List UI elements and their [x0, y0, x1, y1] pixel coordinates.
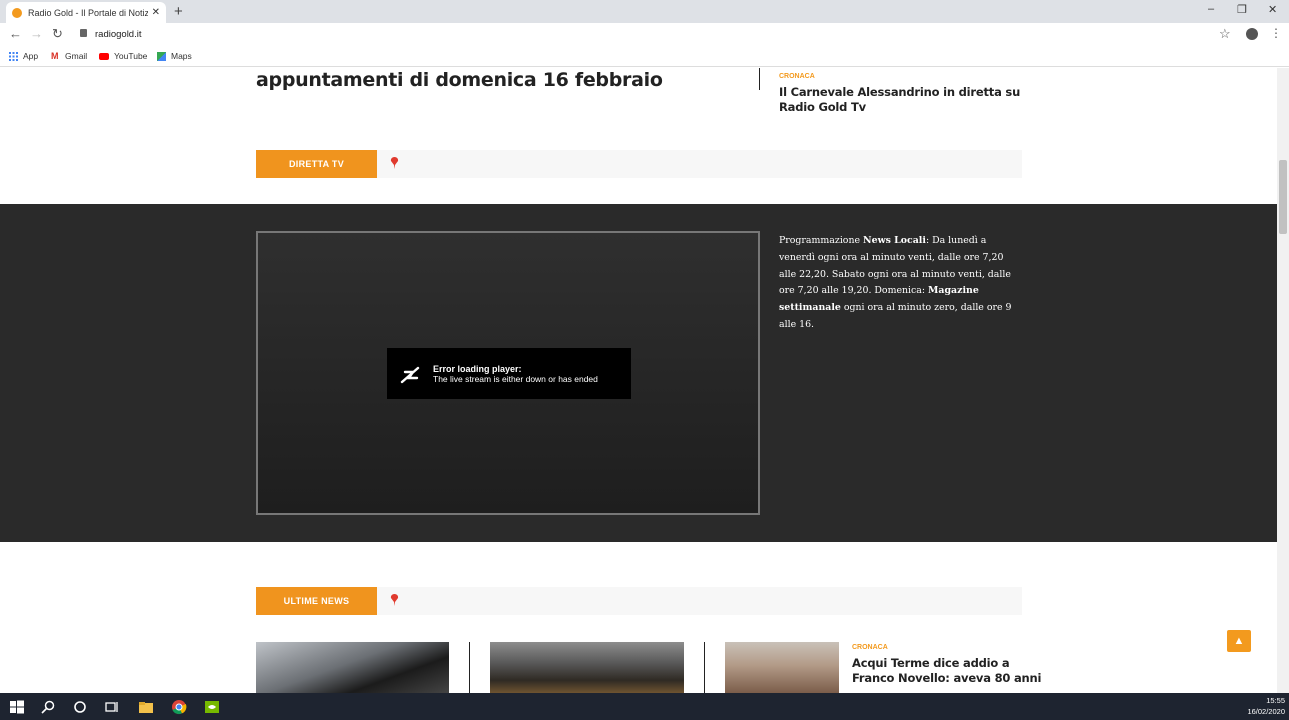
maps-icon — [157, 51, 166, 61]
bookmark-label: YouTube — [114, 51, 148, 61]
address-bar[interactable]: radiogold.it — [95, 29, 141, 40]
diretta-tv-section-header: DIRETTA TV — [256, 150, 1022, 178]
bookmarks-bar — [0, 45, 1289, 67]
browser-tab[interactable]: Radio Gold - Il Portale di Notizie ✕ — [6, 2, 166, 23]
news-divider — [469, 642, 470, 693]
account-icon[interactable] — [1246, 28, 1258, 40]
taskbar-clock[interactable]: 15:55 16/02/2020 — [1247, 695, 1285, 717]
apps-grid-icon — [9, 51, 18, 61]
clock-date: 16/02/2020 — [1247, 707, 1285, 716]
lock-icon — [80, 29, 87, 37]
nvidia-icon[interactable] — [204, 699, 220, 715]
forward-icon[interactable]: → — [30, 26, 43, 41]
scrollbar-thumb[interactable] — [1279, 160, 1287, 234]
schedule-bold: News Locali — [863, 235, 926, 246]
news-thumbnail-carabinieri[interactable] — [256, 642, 449, 693]
windows-start-icon[interactable] — [9, 699, 25, 715]
broken-stream-icon — [400, 366, 420, 383]
scroll-to-top-button[interactable]: ▲ — [1227, 630, 1251, 652]
browser-menu-icon[interactable]: ⋮ — [1270, 26, 1282, 40]
bookmark-label: App — [23, 51, 39, 61]
top-article-title[interactable]: appuntamenti di domenica 16 febbraio — [256, 69, 663, 91]
windows-taskbar — [0, 693, 1289, 720]
bookmark-label: Maps — [171, 51, 192, 61]
clock-time: 15:55 — [1266, 696, 1285, 705]
live-tv-section: Error loading player: The live stream is… — [0, 204, 1277, 542]
news-card-category[interactable]: CRONACA — [852, 644, 888, 651]
side-article-title-line: Radio Gold Tv — [779, 100, 866, 114]
bookmark-maps[interactable]: Maps — [157, 51, 192, 61]
tab-title: Radio Gold - Il Portale di Notizie — [28, 7, 148, 18]
reload-icon[interactable]: ↻ — [52, 26, 63, 42]
video-player[interactable]: Error loading player: The live stream is… — [256, 231, 760, 515]
error-message: The live stream is either down or has en… — [433, 373, 598, 384]
bookmark-star-icon[interactable]: ☆ — [1219, 26, 1231, 42]
schedule-description: Programmazione News Locali: Da lunedì a … — [779, 233, 1023, 334]
new-tab-button[interactable]: + — [174, 3, 183, 20]
radio-gold-favicon-icon — [12, 7, 22, 18]
news-thumbnail-animal[interactable] — [490, 642, 684, 693]
pin-icon — [390, 157, 399, 169]
side-article-title-line: Il Carnevale Alessandrino in diretta su — [779, 85, 1021, 99]
back-icon[interactable]: ← — [9, 26, 22, 41]
browser-tab-bar — [0, 0, 1289, 23]
ultime-news-button[interactable]: ULTIME NEWS — [256, 587, 377, 615]
news-divider — [704, 642, 705, 693]
chrome-icon[interactable] — [171, 699, 187, 715]
gmail-icon: M — [51, 50, 59, 61]
cortana-icon[interactable] — [72, 699, 88, 715]
diretta-tv-button[interactable]: DIRETTA TV — [256, 150, 377, 178]
news-card-title-line: Franco Novello: aveva 80 anni — [852, 671, 1042, 685]
youtube-icon — [99, 52, 109, 60]
error-title: Error loading player: — [433, 363, 522, 374]
news-card-title-line: Acqui Terme dice addio a — [852, 656, 1010, 670]
player-error-box: Error loading player: The live stream is… — [387, 348, 631, 399]
player-error-text: Error loading player: The live stream is… — [433, 364, 598, 384]
search-icon[interactable] — [40, 699, 56, 715]
article-divider — [759, 68, 760, 90]
side-article-category[interactable]: CRONACA — [779, 73, 815, 80]
news-card-title[interactable]: Acqui Terme dice addio a Franco Novello:… — [852, 656, 1041, 686]
minimize-button[interactable]: – — [1208, 3, 1214, 15]
page-viewport: appuntamenti di domenica 16 febbraio CRO… — [0, 68, 1277, 693]
bookmark-gmail[interactable]: M Gmail — [51, 51, 87, 61]
file-explorer-icon[interactable] — [138, 699, 154, 715]
browser-toolbar — [0, 23, 1289, 45]
ultime-news-section-header: ULTIME NEWS — [256, 587, 1022, 615]
pin-icon — [390, 594, 399, 606]
bookmark-label: Gmail — [65, 51, 88, 61]
tab-close-icon[interactable]: ✕ — [152, 7, 160, 18]
bookmark-youtube[interactable]: YouTube — [99, 51, 147, 61]
close-window-button[interactable]: ✕ — [1268, 3, 1277, 16]
task-view-icon[interactable] — [104, 699, 120, 715]
restore-button[interactable]: ❐ — [1237, 3, 1247, 16]
schedule-text: Programmazione — [779, 235, 864, 246]
news-thumbnail-portrait[interactable] — [725, 642, 839, 693]
side-article-title[interactable]: Il Carnevale Alessandrino in diretta su … — [779, 85, 1020, 115]
bookmark-app[interactable]: App — [9, 51, 38, 61]
